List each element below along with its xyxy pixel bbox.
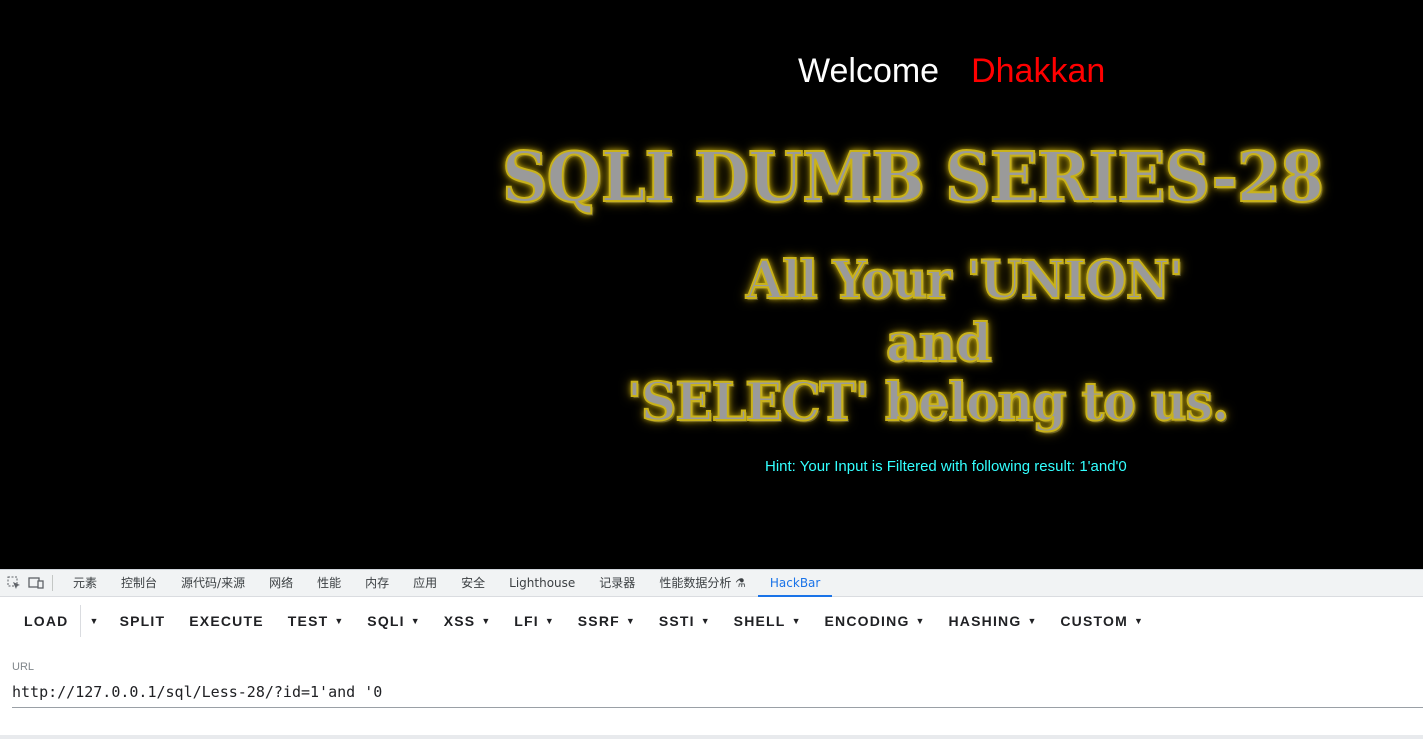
load-button[interactable]: LOAD xyxy=(12,605,80,637)
chevron-down-icon: ▼ xyxy=(915,616,925,626)
hashing-menu[interactable]: HASHING ▼ xyxy=(936,605,1048,637)
tab-lighthouse[interactable]: Lighthouse xyxy=(497,570,587,597)
chevron-down-icon: ▼ xyxy=(625,616,635,626)
lfi-label: LFI xyxy=(514,613,539,629)
split-button[interactable]: SPLIT xyxy=(108,605,178,637)
lfi-menu[interactable]: LFI ▼ xyxy=(502,605,566,637)
tab-console[interactable]: 控制台 xyxy=(109,570,169,597)
devtools-panel: 元素 控制台 源代码/来源 网络 性能 内存 应用 安全 Lighthouse … xyxy=(0,569,1423,739)
devtools-tabbar: 元素 控制台 源代码/来源 网络 性能 内存 应用 安全 Lighthouse … xyxy=(0,569,1423,597)
execute-button[interactable]: EXECUTE xyxy=(177,605,276,637)
tabbar-divider xyxy=(52,575,53,591)
chevron-down-icon: ▼ xyxy=(1027,616,1037,626)
chevron-down-icon: ▼ xyxy=(410,616,420,626)
chevron-down-icon: ▼ xyxy=(481,616,491,626)
ssrf-label: SSRF xyxy=(577,613,620,629)
custom-menu[interactable]: CUSTOM ▼ xyxy=(1048,605,1155,637)
vulnerable-page: Welcome Dhakkan SQLI DUMB SERIES-28 All Y… xyxy=(0,0,1423,569)
hashing-label: HASHING xyxy=(948,613,1022,629)
ssrf-menu[interactable]: SSRF ▼ xyxy=(566,605,647,637)
user-name: Dhakkan xyxy=(971,52,1106,90)
tab-application[interactable]: 应用 xyxy=(401,570,449,597)
xss-menu[interactable]: XSS ▼ xyxy=(432,605,503,637)
sqli-menu[interactable]: SQLI ▼ xyxy=(355,605,431,637)
hackbar-toolbar: LOAD ▼ SPLIT EXECUTE TEST ▼ SQLI ▼ XSS ▼ LF… xyxy=(0,597,1423,645)
load-dropdown-icon[interactable]: ▼ xyxy=(81,616,107,626)
tab-sources[interactable]: 源代码/来源 xyxy=(169,570,257,597)
panel-bottom-edge xyxy=(0,735,1423,739)
chevron-down-icon: ▼ xyxy=(700,616,710,626)
tab-performance[interactable]: 性能 xyxy=(305,570,353,597)
shell-label: SHELL xyxy=(733,613,786,629)
chevron-down-icon: ▼ xyxy=(791,616,801,626)
welcome-banner: Welcome Dhakkan xyxy=(798,52,1105,91)
inspect-icon[interactable] xyxy=(6,575,22,591)
hint-text: Hint: Your Input is Filtered with follow… xyxy=(765,458,1127,475)
url-input[interactable] xyxy=(12,683,1423,708)
ssti-menu[interactable]: SSTI ▼ xyxy=(647,605,722,637)
test-menu[interactable]: TEST ▼ xyxy=(276,605,356,637)
tab-elements[interactable]: 元素 xyxy=(61,570,109,597)
sqli-label: SQLI xyxy=(367,613,405,629)
xss-label: XSS xyxy=(443,613,476,629)
custom-label: CUSTOM xyxy=(1060,613,1128,629)
test-label: TEST xyxy=(287,613,329,629)
tab-memory[interactable]: 内存 xyxy=(353,570,401,597)
device-toolbar-icon[interactable] xyxy=(28,575,44,591)
ssti-label: SSTI xyxy=(658,613,695,629)
tab-network[interactable]: 网络 xyxy=(257,570,305,597)
chevron-down-icon: ▼ xyxy=(544,616,554,626)
tagline-line-3: 'SELECT' belong to us. xyxy=(626,371,1230,434)
tagline-line-2: and xyxy=(885,312,993,375)
tagline-line-1: All Your 'UNION' xyxy=(745,249,1184,312)
chevron-down-icon: ▼ xyxy=(334,616,344,626)
page-title: SQLI DUMB SERIES-28 xyxy=(501,137,1325,219)
chevron-down-icon: ▼ xyxy=(1133,616,1143,626)
shell-menu[interactable]: SHELL ▼ xyxy=(722,605,813,637)
url-section: URL xyxy=(12,661,1423,708)
url-label: URL xyxy=(12,661,35,673)
tab-performance-insights[interactable]: 性能数据分析 ⚗ xyxy=(647,570,758,597)
tab-security[interactable]: 安全 xyxy=(449,570,497,597)
encoding-menu[interactable]: ENCODING ▼ xyxy=(812,605,936,637)
tab-recorder[interactable]: 记录器 xyxy=(587,570,647,597)
encoding-label: ENCODING xyxy=(824,613,910,629)
welcome-text: Welcome xyxy=(798,52,940,90)
tab-hackbar[interactable]: HackBar xyxy=(757,570,833,597)
